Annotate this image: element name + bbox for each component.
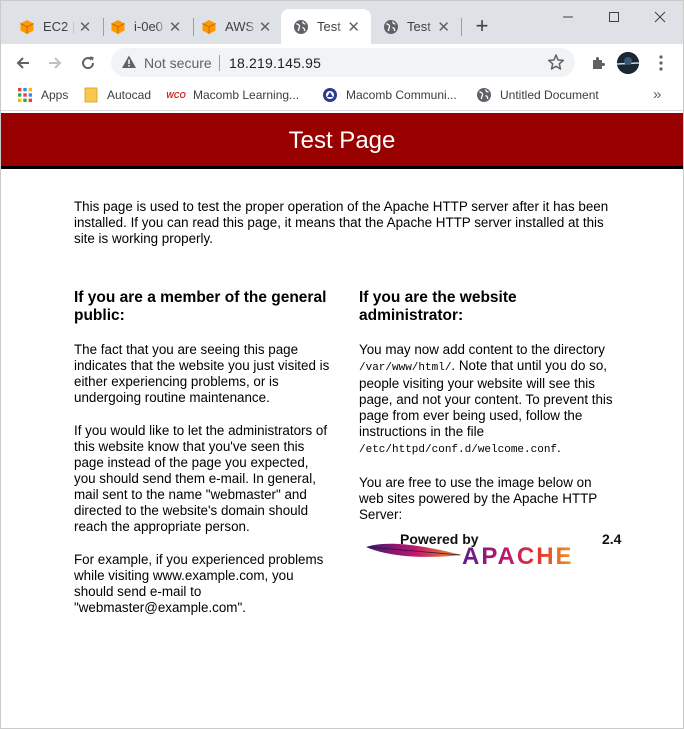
admin-heading: If you are the website administrator: <box>359 289 517 324</box>
apache-wordmark: APACHE <box>462 543 574 570</box>
browser-window: EC2 | ✕ i-0e0 ✕ AWS ✕ Test P ✕ Test ✕ + <box>0 0 684 729</box>
close-icon[interactable]: ✕ <box>346 18 361 36</box>
aws-orange-box-icon <box>110 19 126 35</box>
security-status[interactable]: Not secure <box>144 55 212 71</box>
chevron-double-right-icon[interactable]: » <box>653 86 661 103</box>
welcome-conf-path: /etc/httpd/conf.d/welcome.conf <box>359 444 558 456</box>
tab-title: Test <box>407 19 431 34</box>
tab-test-page-active[interactable]: Test P ✕ <box>281 9 371 44</box>
bookmark-label: Untitled Document <box>500 88 599 102</box>
address-bar[interactable]: Not secure 18.219.145.95 <box>111 48 575 77</box>
admin-paragraph-2: You are free to use the image below on w… <box>359 475 597 522</box>
close-icon[interactable]: ✕ <box>77 18 93 36</box>
maximize-icon[interactable] <box>591 5 637 29</box>
page-banner: Test Page <box>1 113 683 169</box>
forward-arrow-icon[interactable] <box>42 50 68 76</box>
bookmark-untitled-document[interactable]: Untitled Document <box>476 87 599 103</box>
globe-icon <box>383 19 399 35</box>
bookmark-autocad[interactable]: Autocad <box>83 87 151 103</box>
bookmark-label: Autocad <box>107 88 152 102</box>
bookmark-apps[interactable]: Apps <box>17 87 68 103</box>
folder-icon <box>83 87 99 103</box>
close-icon[interactable]: ✕ <box>257 18 273 36</box>
tab-ec2[interactable]: EC2 | ✕ <box>7 9 103 44</box>
tab-aws[interactable]: AWS ✕ <box>189 9 283 44</box>
aws-orange-box-icon <box>19 19 35 35</box>
docroot-path: /var/www/html/ <box>359 362 452 374</box>
tab-title: EC2 | <box>43 19 75 34</box>
menu-kebab-icon[interactable] <box>648 50 674 76</box>
admin-column: If you are the website administrator: Yo… <box>359 289 615 540</box>
public-paragraph-3: For example, if you experienced problems… <box>74 552 324 615</box>
reload-icon[interactable] <box>75 50 101 76</box>
intro-paragraph: This page is used to test the proper ope… <box>74 199 609 246</box>
globe-icon <box>293 19 309 35</box>
powered-by-apache-logo: Powered by 2.4 APACHE <box>364 529 630 570</box>
minimize-icon[interactable] <box>545 5 591 29</box>
admin-text: You may now add content to the directory <box>359 342 605 357</box>
page-title: Test Page <box>288 127 396 154</box>
close-icon[interactable]: ✕ <box>436 18 451 36</box>
public-column: If you are a member of the general publi… <box>74 289 332 633</box>
tab-strip: EC2 | ✕ i-0e0 ✕ AWS ✕ Test P ✕ Test ✕ + <box>1 1 683 44</box>
back-arrow-icon[interactable] <box>10 50 36 76</box>
public-paragraph-1: The fact that you are seeing this page i… <box>74 342 330 405</box>
apps-grid-icon <box>17 87 33 103</box>
public-heading: If you are a member of the general publi… <box>74 289 327 324</box>
bookmark-label: Macomb Learning... <box>193 88 300 102</box>
tab-separator <box>461 18 462 36</box>
bookmarks-bar: Apps Autocad WCO Macomb Learning... Maco… <box>1 81 683 111</box>
warning-triangle-icon[interactable] <box>121 54 137 75</box>
public-paragraph-2: If you would like to let the administrat… <box>74 423 328 534</box>
url-text[interactable]: 18.219.145.95 <box>229 55 321 71</box>
web-page: Test Page This page is used to test the … <box>1 111 683 728</box>
bookmark-label: Macomb Communi... <box>346 88 457 102</box>
bookmark-label: Apps <box>41 88 69 102</box>
admin-text: . <box>557 440 561 455</box>
bookmark-star-icon[interactable] <box>547 53 565 76</box>
omnibox-divider <box>219 55 220 71</box>
apache-version: 2.4 <box>602 531 622 547</box>
extensions-puzzle-icon[interactable] <box>585 50 611 76</box>
aws-orange-box-icon <box>201 19 217 35</box>
wco-icon: WCO <box>166 90 186 100</box>
tab-title: Test P <box>317 19 346 34</box>
tab-title: i-0e0 <box>134 19 163 34</box>
new-tab-plus-icon[interactable]: + <box>471 15 493 37</box>
tab-test[interactable]: Test ✕ <box>371 9 461 44</box>
bookmark-macomb-learning[interactable]: WCO Macomb Learning... <box>166 87 300 103</box>
window-close-icon[interactable] <box>637 5 683 29</box>
macomb-seal-icon <box>322 87 338 103</box>
admin-paragraph-1: You may now add content to the directory… <box>359 342 615 458</box>
tab-instance[interactable]: i-0e0 ✕ <box>98 9 193 44</box>
browser-toolbar: Not secure 18.219.145.95 <box>1 44 683 81</box>
bookmark-macomb-community[interactable]: Macomb Communi... <box>322 87 457 103</box>
profile-avatar[interactable] <box>617 52 639 74</box>
close-icon[interactable]: ✕ <box>167 18 183 36</box>
tab-title: AWS <box>225 19 255 34</box>
globe-icon <box>476 87 492 103</box>
